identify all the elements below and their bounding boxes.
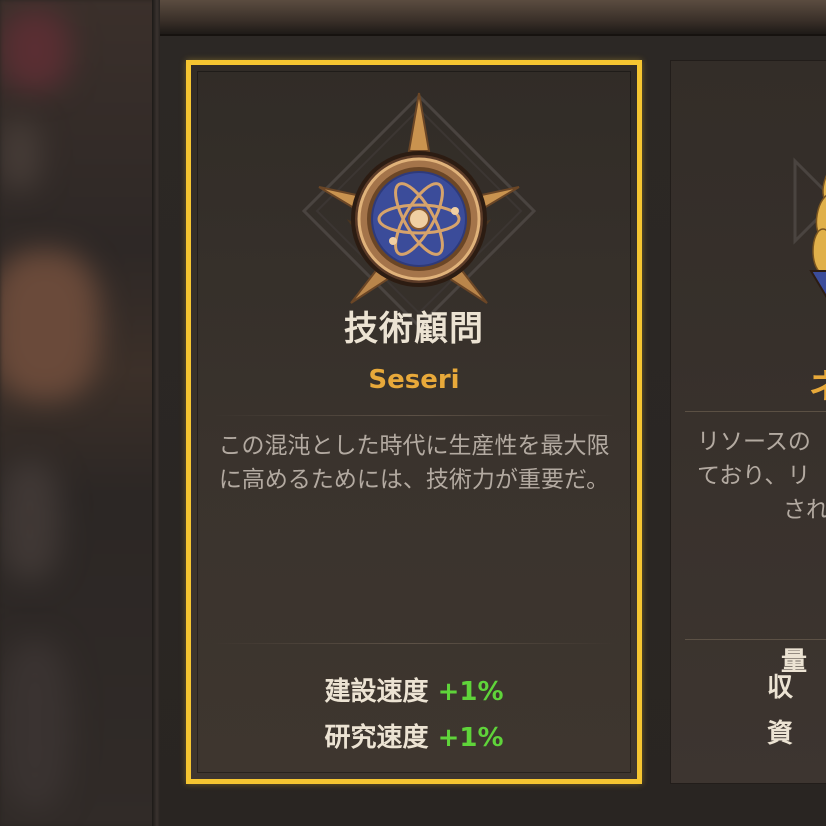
blurred-side-panel (0, 0, 158, 826)
divider (213, 643, 615, 644)
bonus-value: +1% (437, 677, 504, 707)
bonus-row: 研究速度 +1% (191, 717, 637, 754)
description-line: ており、リ (697, 463, 811, 489)
bonus-label: 建設速度 (324, 677, 429, 707)
wheat-medal-icon (793, 157, 826, 298)
header-bar (160, 0, 826, 36)
advisor-card-selected[interactable]: 技術顧問 Seseri この混沌とした時代に生産性を最大限に高めるためには、技術… (186, 60, 642, 784)
advisor-title: ネ (809, 359, 826, 408)
bonus-label: 収 (767, 673, 794, 703)
bonus-value: +1% (437, 723, 504, 753)
divider (685, 639, 826, 640)
bonus-label: 研究速度 (324, 723, 429, 753)
description-line: リソースの (697, 429, 811, 455)
description-line: され (783, 497, 826, 523)
atom-medal-icon (301, 92, 537, 329)
advisor-title: 技術顧問 (344, 309, 484, 349)
divider (685, 411, 826, 412)
advisor-description: この混沌とした時代に生産性を最大限に高めるためには、技術力が重要だ。 (218, 433, 610, 493)
divider (213, 415, 615, 416)
advisor-card[interactable]: ネ リソースの ており、リ され 量 収 資 (670, 60, 826, 784)
bonus-row: 建設速度 +1% (191, 671, 637, 708)
bonus-label: 資 (767, 719, 794, 749)
advisor-name: Seseri (368, 365, 460, 395)
